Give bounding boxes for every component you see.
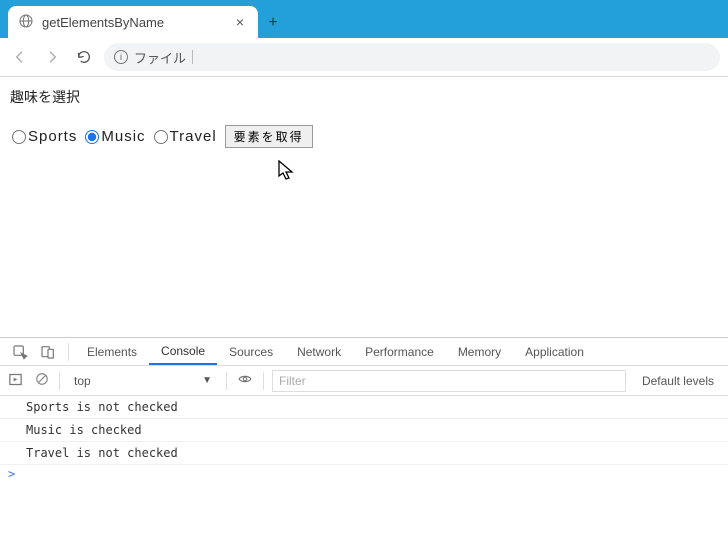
radio-input-music[interactable] [85,130,99,144]
devtools-tabs: Elements Console Sources Network Perform… [0,338,728,366]
sidebar-toggle-icon[interactable] [6,372,25,390]
divider [263,372,264,390]
divider [226,372,227,390]
tab-network[interactable]: Network [285,338,353,365]
radio-travel[interactable]: Travel [154,128,221,145]
live-expression-icon[interactable] [235,372,255,389]
radio-music[interactable]: Music [85,128,149,145]
tab-application[interactable]: Application [513,338,596,365]
console-line: Sports is not checked [0,396,728,419]
browser-tabstrip: getElementsByName × + [0,0,728,38]
console-prompt[interactable]: > [0,465,728,483]
page-heading: 趣味を選択 [10,87,720,107]
url-bar[interactable]: i ファイル [104,43,720,71]
tab-title: getElementsByName [42,15,232,30]
context-label: top [74,374,91,388]
device-icon[interactable] [34,338,62,365]
radio-label-travel: Travel [170,128,217,145]
tab-memory[interactable]: Memory [446,338,513,365]
tab-sources[interactable]: Sources [217,338,285,365]
radio-label-sports: Sports [28,128,77,145]
inspect-icon[interactable] [6,338,34,365]
page-content: 趣味を選択 Sports Music Travel 要素を取得 [0,77,728,337]
url-text: ファイル [134,48,186,67]
radio-input-sports[interactable] [12,130,26,144]
radio-sports[interactable]: Sports [12,128,81,145]
divider [68,343,69,361]
get-elements-button[interactable]: 要素を取得 [225,125,313,148]
divider [59,372,60,390]
radio-input-travel[interactable] [154,130,168,144]
console-line: Travel is not checked [0,442,728,465]
console-filter-input[interactable]: Filter [272,370,626,392]
chevron-down-icon: ▼ [202,375,212,386]
address-bar: i ファイル [0,38,728,77]
devtools-panel: Elements Console Sources Network Perform… [0,337,728,540]
reload-button-icon[interactable] [72,45,96,69]
close-tab-icon[interactable]: × [232,14,248,30]
globe-icon [18,13,34,32]
new-tab-button[interactable]: + [258,14,288,38]
console-toolbar: top ▼ Filter Default levels [0,366,728,396]
radio-label-music: Music [101,128,145,145]
console-output: Sports is not checked Music is checked T… [0,396,728,540]
tab-console[interactable]: Console [149,338,217,365]
clear-console-icon[interactable] [33,372,51,389]
radio-row: Sports Music Travel 要素を取得 [12,125,720,148]
tab-elements[interactable]: Elements [75,338,149,365]
url-path [192,50,710,64]
back-button-icon[interactable] [8,45,32,69]
forward-button-icon[interactable] [40,45,64,69]
context-selector[interactable]: top ▼ [68,370,218,392]
info-icon: i [114,50,128,64]
browser-tab[interactable]: getElementsByName × [8,6,258,38]
log-levels-selector[interactable]: Default levels [634,374,722,388]
console-line: Music is checked [0,419,728,442]
tab-performance[interactable]: Performance [353,338,446,365]
